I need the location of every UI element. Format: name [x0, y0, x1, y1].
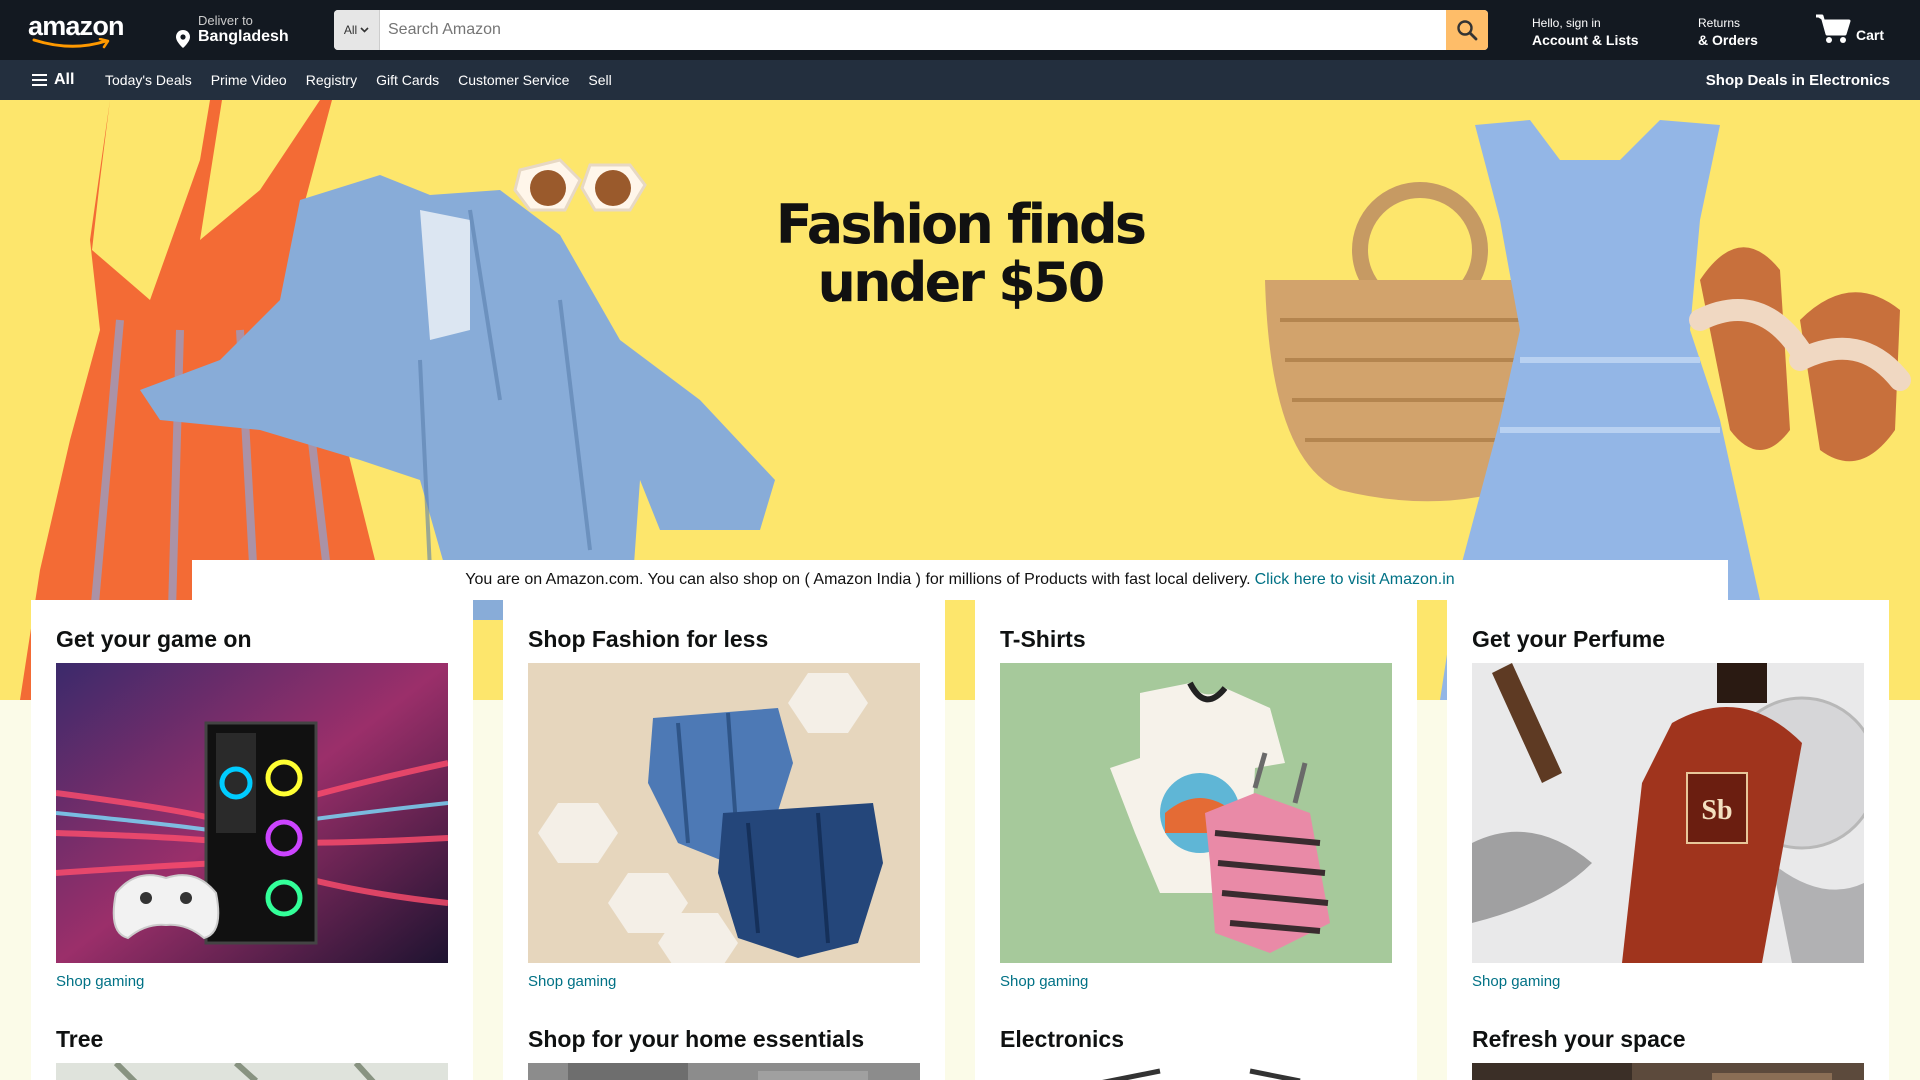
category-card-gaming: Get your game on Shop gaming Tree: [31, 600, 473, 1080]
subnav-link-sell[interactable]: Sell: [588, 72, 611, 88]
card-image-secondary[interactable]: [56, 1063, 448, 1080]
subnav-link-prime-video[interactable]: Prime Video: [211, 72, 287, 88]
returns-label: Returns: [1698, 16, 1741, 30]
card-title: T-Shirts: [1000, 626, 1086, 652]
search-category-select[interactable]: All: [334, 10, 380, 50]
smile-arrow-icon: [32, 38, 110, 49]
card-link[interactable]: Shop gaming: [1472, 973, 1560, 990]
returns-orders[interactable]: Returns & Orders: [1698, 16, 1758, 48]
search-category-value: All: [343, 23, 358, 37]
card-image[interactable]: [528, 663, 920, 963]
headphones-icon: [1000, 1063, 1392, 1080]
card-title-secondary: Electronics: [1000, 1026, 1124, 1052]
card-link[interactable]: Shop gaming: [56, 973, 144, 990]
card-image-secondary[interactable]: [528, 1063, 920, 1080]
card-image[interactable]: Sb: [1472, 663, 1864, 963]
cart-icon: [1816, 14, 1851, 43]
category-card-tshirts: T-Shirts Shop gaming Electronics: [975, 600, 1417, 1080]
home-essentials-icon: [528, 1063, 920, 1080]
regional-notice: You are on Amazon.com. You can also shop…: [192, 560, 1728, 600]
search-bar: All: [334, 10, 1488, 50]
logo-wordmark: amazon: [28, 11, 125, 41]
hero-headline-line1: Fashion finds: [775, 193, 1147, 256]
room-decor-icon: [1472, 1063, 1864, 1080]
account-greeting: Hello, sign in: [1532, 16, 1601, 30]
category-card-perfume: Get your Perfume Sb Shop gaming Refresh …: [1447, 600, 1889, 1080]
account-label: Account & Lists: [1532, 32, 1639, 48]
all-menu-label: All: [54, 71, 75, 88]
subnav-link-registry[interactable]: Registry: [306, 72, 357, 88]
card-image-secondary[interactable]: [1472, 1063, 1864, 1080]
sunglasses-icon: [513, 158, 647, 212]
all-menu-button[interactable]: All: [32, 60, 74, 100]
subnav-promo-link[interactable]: Shop Deals in Electronics: [1706, 60, 1890, 100]
search-button[interactable]: [1446, 10, 1488, 50]
hero-headline: Fashion finds under $50: [740, 196, 1180, 312]
category-card-fashion: Shop Fashion for less Shop gaming Shop f…: [503, 600, 945, 1080]
card-link[interactable]: Shop gaming: [1000, 973, 1088, 990]
card-image[interactable]: [1000, 663, 1392, 963]
svg-text:Sb: Sb: [1701, 795, 1732, 826]
orders-label: & Orders: [1698, 32, 1758, 48]
tshirt-icon: [1000, 663, 1392, 963]
card-title-secondary: Tree: [56, 1026, 104, 1052]
subnav-link-todays-deals[interactable]: Today's Deals: [105, 72, 192, 88]
hamburger-icon: [32, 74, 47, 86]
card-link[interactable]: Shop gaming: [528, 973, 616, 990]
account-lists[interactable]: Hello, sign in Account & Lists: [1532, 16, 1639, 48]
card-title: Get your Perfume: [1472, 626, 1665, 652]
subnav-links: Today's Deals Prime Video Registry Gift …: [105, 60, 612, 100]
sandals-icon: [1689, 247, 1911, 462]
sub-navbar: All Today's Deals Prime Video Registry G…: [0, 60, 1920, 100]
gaming-pc-icon: [56, 663, 448, 963]
subnav-link-customer-service[interactable]: Customer Service: [458, 72, 569, 88]
tree-plant-icon: [56, 1063, 448, 1080]
perfume-bottle-icon: Sb: [1472, 663, 1864, 963]
regional-notice-link[interactable]: Click here to visit Amazon.in: [1255, 571, 1455, 589]
location-pin-icon: [176, 30, 190, 48]
card-title: Get your game on: [56, 626, 252, 652]
search-input[interactable]: [380, 10, 1440, 50]
top-navbar: amazon Deliver to Bangladesh All Hello, …: [0, 0, 1920, 60]
card-image[interactable]: [56, 663, 448, 963]
cart-label: Cart: [1856, 27, 1885, 43]
card-title: Shop Fashion for less: [528, 626, 769, 652]
card-title-secondary: Refresh your space: [1472, 1026, 1686, 1052]
card-title-secondary: Shop for your home essentials: [528, 1026, 865, 1052]
hero-headline-line2: under $50: [817, 251, 1105, 314]
card-image-secondary[interactable]: [1000, 1063, 1392, 1080]
chevron-down-icon: [360, 27, 369, 33]
subnav-link-gift-cards[interactable]: Gift Cards: [376, 72, 439, 88]
jeans-icon: [528, 663, 920, 963]
regional-notice-text: You are on Amazon.com. You can also shop…: [465, 571, 1251, 588]
amazon-logo[interactable]: amazon: [28, 11, 128, 49]
deliver-location: Bangladesh: [198, 28, 289, 45]
deliver-label: Deliver to: [198, 13, 253, 28]
search-icon: [1457, 20, 1478, 41]
